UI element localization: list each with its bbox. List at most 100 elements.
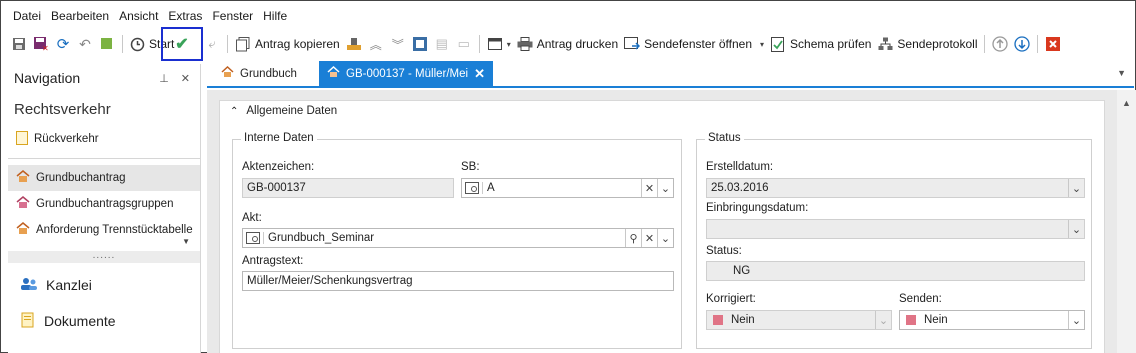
chevron-down-icon[interactable]: ⌄ [1068, 311, 1084, 329]
chevron-down-icon[interactable]: ⌄ [875, 311, 891, 329]
clear-icon[interactable]: ✕ [641, 179, 657, 197]
panel-title: Allgemeine Daten [246, 105, 338, 117]
stamp-button[interactable] [343, 32, 365, 56]
nav-item-kanzlei[interactable]: Kanzlei [8, 267, 200, 303]
sendefenster-label: Sendefenster öffnen [644, 37, 753, 51]
einbringungsdatum-field[interactable]: ⌄ [706, 219, 1085, 239]
confirm-button[interactable]: ✔ [161, 27, 203, 61]
lookup-icon[interactable] [462, 179, 482, 197]
divider [8, 158, 200, 159]
scroll-up-icon[interactable]: ▲ [1122, 98, 1131, 108]
nav-down-button[interactable] [1011, 32, 1033, 56]
korrigiert-dropdown[interactable]: Nein ⌄ [706, 310, 892, 330]
network-icon [877, 36, 893, 52]
menu-bearbeiten[interactable]: Bearbeiten [46, 9, 114, 23]
nav-item-label: Anforderung Trennstücktabelle [36, 224, 193, 236]
nav-item-grundbuchantragsgruppen[interactable]: Grundbuchantragsgruppen [8, 191, 200, 217]
green-square-icon [99, 36, 115, 52]
undo-icon: ↶ [79, 35, 91, 52]
status-field: NG [706, 261, 1085, 281]
clock-icon [130, 36, 145, 52]
nav-item-label: Kanzlei [46, 277, 92, 293]
aktenzeichen-field[interactable]: GB-000137 [242, 178, 454, 198]
scan-button[interactable] [409, 32, 431, 56]
toolbar-separator [984, 35, 986, 53]
erstelldatum-label: Erstelldatum: [706, 161, 774, 173]
group-title: Interne Daten [241, 132, 317, 144]
document-button[interactable]: ▤ [431, 32, 453, 56]
field-value: GB-000137 [247, 182, 306, 194]
chevron-down-icon[interactable]: ⌄ [657, 179, 673, 197]
sendefenster-button[interactable]: Sendefenster öffnen ▾ [621, 32, 767, 56]
sendeprotokoll-button[interactable]: Sendeprotokoll [874, 32, 980, 56]
layout-dropdown-button[interactable]: ▾ [484, 32, 514, 56]
toolbar-separator [1037, 35, 1039, 53]
close-icon[interactable]: ✕ [181, 72, 190, 85]
sb-lookup-field[interactable]: A ✕ ⌄ [461, 178, 674, 198]
akt-label: Akt: [242, 212, 262, 224]
nav-item-dokumente[interactable]: Dokumente [8, 303, 200, 339]
nav-section-title: Rechtsverkehr [14, 100, 111, 118]
close-document-button[interactable] [1042, 32, 1064, 56]
interne-daten-group: Interne Daten Aktenzeichen: GB-000137 SB… [232, 132, 682, 349]
menu-bar: Datei Bearbeiten Ansicht Extras Fenster … [2, 2, 1134, 30]
menu-datei[interactable]: Datei [8, 9, 46, 23]
menu-hilfe[interactable]: Hilfe [258, 9, 292, 23]
sb-label: SB: [461, 161, 480, 173]
panel-header[interactable]: ⌃ Allgemeine Daten [230, 105, 337, 117]
refresh-button[interactable]: ⟳ [52, 32, 74, 56]
schema-pruefen-button[interactable]: Schema prüfen [767, 32, 874, 56]
chevron-down-icon[interactable]: ⌄ [657, 229, 673, 247]
splitter-grip[interactable]: ...... [8, 251, 200, 263]
field-value: 25.03.2016 [711, 182, 769, 194]
move-down-button[interactable]: ︾ [387, 32, 409, 56]
toolbar: ✕ ⟳ ↶ Start ✔ ⤶ Antrag kopieren ︽ ︾ ▤ ▭ … [2, 27, 1134, 61]
move-up-button[interactable]: ︽ [365, 32, 387, 56]
tab-gb-000137[interactable]: GB-000137 - Müller/Meie ✕ [319, 61, 493, 86]
refresh-icon: ⟳ [56, 36, 70, 53]
lookup-icon[interactable] [243, 229, 263, 247]
tab-grundbuch[interactable]: Grundbuch [213, 61, 323, 86]
menu-fenster[interactable]: Fenster [207, 9, 258, 23]
undo-button[interactable]: ↶ [74, 32, 96, 56]
antrag-kopieren-button[interactable]: Antrag kopieren [232, 32, 343, 56]
house-icon [16, 170, 30, 186]
circle-arrow-down-icon [1014, 36, 1031, 52]
window-layout-icon [487, 36, 503, 52]
stop-button[interactable] [96, 32, 118, 56]
antragstext-label: Antragstext: [242, 255, 304, 267]
chevron-down-icon[interactable]: ⌄ [1068, 179, 1084, 197]
tab-label: GB-000137 - Müller/Meie [346, 67, 469, 80]
erstelldatum-field[interactable]: 25.03.2016 ⌄ [706, 178, 1085, 198]
menu-extras[interactable]: Extras [163, 9, 207, 23]
tab-list-dropdown-icon[interactable]: ▼ [1117, 68, 1126, 78]
vertical-scrollbar[interactable]: ▲ [1117, 90, 1136, 353]
nav-item-label: Grundbuchantrag [36, 172, 126, 184]
save-button[interactable] [8, 32, 30, 56]
chevron-down-icon[interactable]: ⌄ [1068, 220, 1084, 238]
antrag-drucken-label: Antrag drucken [536, 37, 619, 51]
nav-item-grundbuchantrag[interactable]: Grundbuchantrag [8, 165, 200, 191]
people-icon [20, 277, 38, 294]
close-tab-icon[interactable]: ✕ [474, 66, 485, 82]
nav-up-button[interactable] [989, 32, 1011, 56]
insert-button[interactable]: ⤶ [201, 32, 223, 56]
senden-dropdown[interactable]: Nein ⌄ [899, 310, 1085, 330]
document-icon: ▤ [435, 36, 448, 51]
nav-item-rueckverkehr[interactable]: Rückverkehr [8, 126, 200, 152]
group-title: Status [705, 132, 744, 144]
menu-ansicht[interactable]: Ansicht [114, 9, 163, 23]
pin-icon[interactable]: ⊥ [159, 72, 169, 85]
clear-icon[interactable]: ✕ [641, 229, 657, 247]
akt-lookup-field[interactable]: Grundbuch_Seminar ⚲ ✕ ⌄ [242, 228, 674, 248]
folder-button[interactable]: ▭ [453, 32, 475, 56]
antragstext-field[interactable]: Müller/Meier/Schenkungsvertrag [242, 271, 674, 291]
documents-icon [20, 312, 36, 331]
save-close-button[interactable]: ✕ [30, 32, 52, 56]
double-chevron-up-icon: ︽ [369, 37, 382, 52]
search-icon[interactable]: ⚲ [625, 229, 641, 247]
scroll-down-icon[interactable]: ▼ [182, 237, 190, 246]
status-color-swatch [906, 315, 916, 325]
nav-item-trennstuecktabelle[interactable]: Anforderung Trennstücktabelle [8, 217, 200, 243]
antrag-drucken-button[interactable]: Antrag drucken [514, 32, 621, 56]
